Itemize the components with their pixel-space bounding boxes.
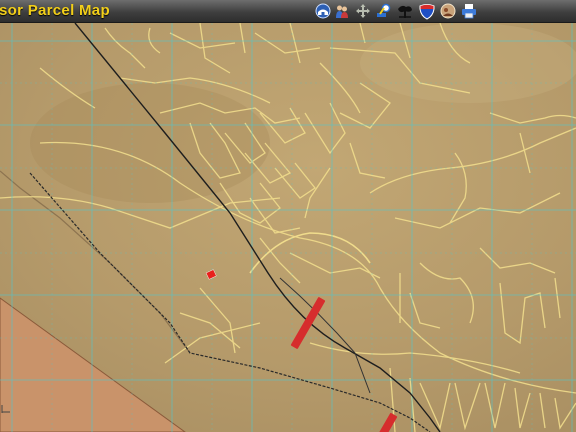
pan-arrows-icon[interactable] xyxy=(354,2,372,20)
print-icon[interactable] xyxy=(460,2,478,20)
home-globe-icon[interactable] xyxy=(314,2,332,20)
identify-tool-icon[interactable] xyxy=(375,2,393,20)
photo-icon[interactable] xyxy=(439,2,457,20)
title-bar: sor Parcel Map xyxy=(0,0,576,23)
parcel-map-app: sor Parcel Map xyxy=(0,0,576,432)
parcel-map-view[interactable] xyxy=(0,23,576,432)
app-title: sor Parcel Map xyxy=(0,2,110,19)
map-canvas[interactable] xyxy=(0,23,576,432)
terrain-highlight xyxy=(360,23,576,103)
interstate-shield-icon[interactable] xyxy=(418,2,436,20)
tree-icon[interactable] xyxy=(396,2,414,20)
people-icon[interactable] xyxy=(333,2,351,20)
